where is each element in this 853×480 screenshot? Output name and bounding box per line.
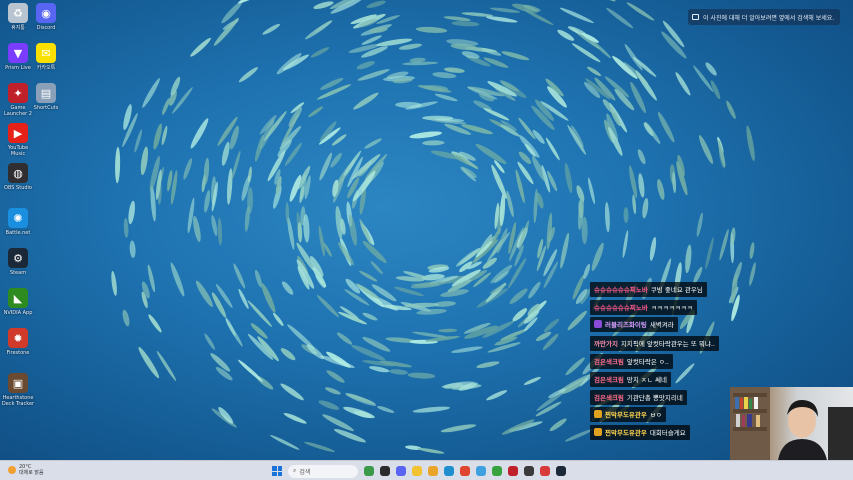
taskbar-task-view-icon[interactable] (380, 466, 390, 476)
desktop-icon-discord[interactable]: ◉ Discord (30, 3, 62, 31)
firestone-icon: ✹ (8, 328, 28, 348)
chat-message: 찐막무도유관우 ㅂㅇ (590, 406, 666, 422)
desktop-icon-battlenet[interactable]: ✺ Battle.net (2, 208, 34, 236)
chat-text: 망치 ㅈㄴ 쎄네 (626, 376, 667, 384)
chat-text: 새벽켜라 (649, 321, 674, 329)
obs-studio-icon: ◍ (8, 163, 28, 183)
taskbar-discord-icon[interactable] (396, 466, 406, 476)
desktop-icon-shortcut[interactable]: ▤ ShortCuts (30, 83, 62, 111)
prism-live-icon: ▼ (8, 43, 28, 63)
nvidia-icon: ◣ (8, 288, 28, 308)
windows-start-icon[interactable] (272, 466, 282, 476)
chat-username: 검은색크림 (594, 394, 624, 402)
taskbar-steam-icon[interactable] (556, 466, 566, 476)
taskbar-search[interactable]: ⌕ 검색 (288, 464, 358, 478)
taskbar-file-explorer-icon[interactable] (412, 466, 422, 476)
desktop-icon-label: NVIDIA App (3, 310, 33, 316)
desktop-icon-label: Hearthstone Deck Tracker (1, 395, 35, 407)
chat-username: 검은색크림 (594, 376, 624, 384)
desktop-icon-label: Battle.net (5, 230, 31, 236)
taskbar-xbox-icon[interactable] (492, 466, 502, 476)
weather-widget[interactable]: 20°C 대체로 맑음 (8, 464, 44, 476)
desktop-icon-label: OBS Studio (4, 185, 32, 191)
desktop-icon-kakaotalk[interactable]: ✉ 카카오톡 (30, 43, 62, 71)
taskbar: 20°C 대체로 맑음 ⌕ 검색 (0, 460, 853, 480)
chat-badge-icon (594, 428, 602, 436)
chat-text: 기관단총 뽕맛지리네 (626, 394, 683, 402)
desktop-icon-hearthstone[interactable]: ▣ Hearthstone Deck Tracker (2, 373, 34, 407)
taskbar-edge-icon[interactable] (444, 466, 454, 476)
chat-username: 검은색크림 (594, 358, 624, 366)
search-placeholder: 검색 (299, 468, 311, 476)
taskbar-chrome-2-icon[interactable] (476, 466, 486, 476)
desktop-icon-firestone[interactable]: ✹ Firestone (2, 328, 34, 356)
taskbar-obs-icon[interactable] (524, 466, 534, 476)
weather-desc: 대체로 맑음 (19, 470, 44, 476)
chat-username: 찐막무도유관우 (605, 429, 647, 437)
desktop-icon-nvidia[interactable]: ◣ NVIDIA App (2, 288, 34, 316)
battlenet-icon: ✺ (8, 208, 28, 228)
chat-text: 쿠빙 좋네요 관우님 (650, 286, 703, 294)
desktop-icon-label: 카카오톡 (36, 65, 56, 71)
camera-icon (692, 14, 699, 20)
chat-username: 러블리즈화이팅 (605, 321, 647, 329)
taskbar-chrome-icon[interactable] (460, 466, 470, 476)
taskbar-center: ⌕ 검색 (272, 464, 566, 478)
search-icon: ⌕ (293, 467, 297, 474)
desktop-icon-label: YouTube Music (7, 145, 29, 157)
desktop-icon-label: Firestone (6, 350, 30, 356)
steam-icon: ⚙ (8, 248, 28, 268)
kakaotalk-icon: ✉ (36, 43, 56, 63)
recycle-bin-icon: ♻ (8, 3, 28, 23)
chat-message: 러블리즈화이팅 새벽켜라 (590, 316, 678, 332)
chat-badge-icon (594, 410, 602, 418)
taskbar-camera-icon[interactable] (540, 466, 550, 476)
desktop-icon-label: ShortCuts (33, 105, 59, 111)
hint-text: 이 사진에 대해 더 알아보려면 옆에서 검색해 보세요. (703, 14, 835, 22)
discord-icon: ◉ (36, 3, 56, 23)
taskbar-widgets-icon[interactable] (364, 466, 374, 476)
chat-username: 슈슈슈슈슈슈찌노바 (594, 286, 648, 294)
image-search-hint[interactable]: 이 사진에 대해 더 알아보려면 옆에서 검색해 보세요. (688, 9, 841, 25)
chat-message: 찐막무도유관우 대회터슬게요 (590, 424, 690, 440)
chat-username: 찐막무도유관우 (605, 411, 647, 419)
desktop-icon-youtube-music[interactable]: ▶ YouTube Music (2, 123, 34, 157)
desktop-icon-label: Discord (36, 25, 56, 31)
chat-text: ㅋㅋㅋㅋㅋㅋㅋ (650, 304, 693, 312)
hearthstone-icon: ▣ (8, 373, 28, 393)
chat-text: ㅂㅇ (649, 411, 662, 419)
chat-username: 슈슈슈슈슈슈찌노바 (594, 304, 648, 312)
game-app-icon: ✦ (8, 83, 28, 103)
chat-text: 지지픽에 앞컷타락관우는 또 뭐냐.. (620, 340, 715, 348)
chat-text: 대회터슬게요 (649, 429, 686, 437)
taskbar-folder-icon[interactable] (428, 466, 438, 476)
chat-badge-icon (594, 320, 602, 328)
desktop-icon-steam[interactable]: ⚙ Steam (2, 248, 34, 276)
desktop-icon-obs-studio[interactable]: ◍ OBS Studio (2, 163, 34, 191)
chat-text: 앞컷타락은 ㅇ.. (626, 358, 669, 366)
shortcut-icon: ▤ (36, 83, 56, 103)
taskbar-game-app-icon[interactable] (508, 466, 518, 476)
desktop-icon-label: Steam (9, 270, 27, 276)
youtube-music-icon: ▶ (8, 123, 28, 143)
chat-username: 까만가지 (594, 340, 618, 348)
sun-icon (8, 466, 16, 474)
webcam-feed (730, 387, 853, 460)
